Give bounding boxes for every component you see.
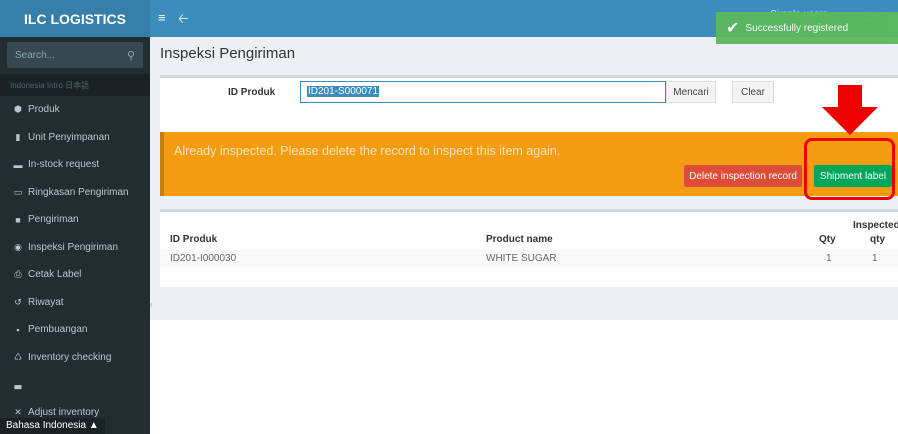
sidebar-item-label: Unit Penyimpanan (28, 131, 110, 143)
sidebar-item-inventory-checking[interactable]: ♺ Inventory checking (0, 344, 150, 372)
product-id-value: ID201-S000071 (307, 86, 380, 97)
clear-button[interactable]: Clear (732, 81, 774, 103)
sidebar-item-riwayat[interactable]: ↺ Riwayat (0, 289, 150, 317)
success-toast[interactable]: ✔ Successfully registered (716, 12, 898, 44)
sidebar: ILC LOGISTICS Search... ⚲ Indonesia Intr… (0, 0, 150, 434)
sidebar-item-unit-penyimpanan[interactable]: ▮ Unit Penyimpanan (0, 124, 150, 152)
sidebar-item-produk[interactable]: ⬢ Produk (0, 96, 150, 124)
cube-icon: ⬢ (14, 104, 22, 115)
history-icon: ↺ (14, 296, 22, 307)
checkmark-icon: ✔ (726, 20, 740, 37)
sidebar-item-label: Ringkasan Pengiriman (28, 186, 129, 198)
sidebar-item-label: Adjust inventory (28, 406, 100, 418)
product-id-input[interactable]: ID201-S000071 (300, 81, 666, 103)
warning-alert: Already inspected. Please delete the rec… (160, 132, 898, 196)
product-id-label: ID Produk (228, 87, 276, 98)
sidebar-header: Indonesia Intro 日本語 (0, 74, 150, 96)
sidebar-item-in-stock-request[interactable]: ▬ In-stock request (0, 151, 150, 179)
cell-inspected-qty: 1 (872, 253, 878, 264)
hamburger-menu-icon[interactable]: ≡ (158, 10, 166, 25)
cell-product-name: WHITE SUGAR (486, 253, 557, 264)
book-icon: ▮ (15, 131, 21, 142)
sidebar-item-label: Produk (28, 104, 60, 116)
page-title: Inspeksi Pengiriman (160, 45, 296, 62)
sidebar-item-label: Inventory checking (28, 351, 112, 363)
sidebar-item-inspeksi-pengiriman[interactable]: ◉ Inspeksi Pengiriman (0, 234, 150, 262)
sidebar-item-label: Inspeksi Pengiriman (28, 241, 119, 253)
alert-message: Already inspected. Please delete the rec… (174, 144, 561, 158)
cell-qty: 1 (826, 253, 832, 264)
sidebar-item-ringkasan-pengiriman[interactable]: ▭ Ringkasan Pengiriman (0, 179, 150, 207)
back-arrow-icon[interactable]: 🡠 (178, 10, 189, 32)
column-header-inspected: Inspected (853, 220, 898, 231)
recycle-icon: ♺ (13, 351, 23, 362)
search-icon[interactable]: ⚲ (127, 49, 135, 62)
result-table: ID Produk Product name Qty Inspected qty… (160, 209, 898, 287)
column-header-product-id: ID Produk (170, 234, 218, 245)
calendar-icon: ▭ (13, 186, 23, 197)
sidebar-search-input[interactable]: Search... ⚲ (7, 42, 143, 68)
eye-icon: ◉ (14, 241, 22, 252)
column-header-product-name: Product name (486, 234, 553, 245)
truck-icon: ■ (15, 214, 21, 225)
area-chart-icon: ▃ (14, 379, 22, 390)
trash-icon: ▪ (16, 324, 20, 335)
sidebar-item-label: Riwayat (28, 296, 64, 308)
main-content: Inspeksi Pengiriman ID Produk ID201-S000… (150, 37, 898, 320)
red-arrow-annotation-icon (822, 85, 878, 135)
inbox-icon: ▬ (13, 159, 23, 170)
sidebar-item-label: Pengiriman (28, 214, 79, 226)
highlight-annotation (804, 138, 895, 200)
print-icon: ⎙ (14, 269, 22, 280)
sidebar-item-cetak-label[interactable]: ⎙ Cetak Label (0, 261, 150, 289)
sidebar-item-pembuangan[interactable]: ▪ Pembuangan (0, 316, 150, 344)
column-header-qty: Qty (819, 234, 836, 245)
delete-inspection-record-button[interactable]: Delete inspection record (684, 165, 802, 187)
sidebar-item-label: In-stock request (28, 159, 100, 171)
brand-logo[interactable]: ILC LOGISTICS (0, 0, 150, 37)
column-header-inspected-qty: qty (870, 234, 885, 245)
sidebar-item-label: Pembuangan (28, 324, 88, 336)
sidebar-item-label: Cetak Label (28, 269, 82, 281)
collapse-chevron-icon[interactable]: ‹ (150, 300, 160, 320)
cell-product-id: ID201-I000030 (170, 253, 237, 264)
search-button[interactable]: Mencari (666, 81, 716, 103)
sidebar-search-placeholder: Search... (15, 49, 56, 61)
language-selector[interactable]: Bahasa Indonesia ▲ (0, 418, 105, 434)
toast-message: Successfully registered (745, 22, 849, 34)
sidebar-item-chart[interactable]: ▃ (0, 371, 150, 399)
page-footer-area (150, 320, 898, 434)
sidebar-item-pengiriman[interactable]: ■ Pengiriman (0, 206, 150, 234)
wrench-icon: ✕ (14, 406, 22, 417)
